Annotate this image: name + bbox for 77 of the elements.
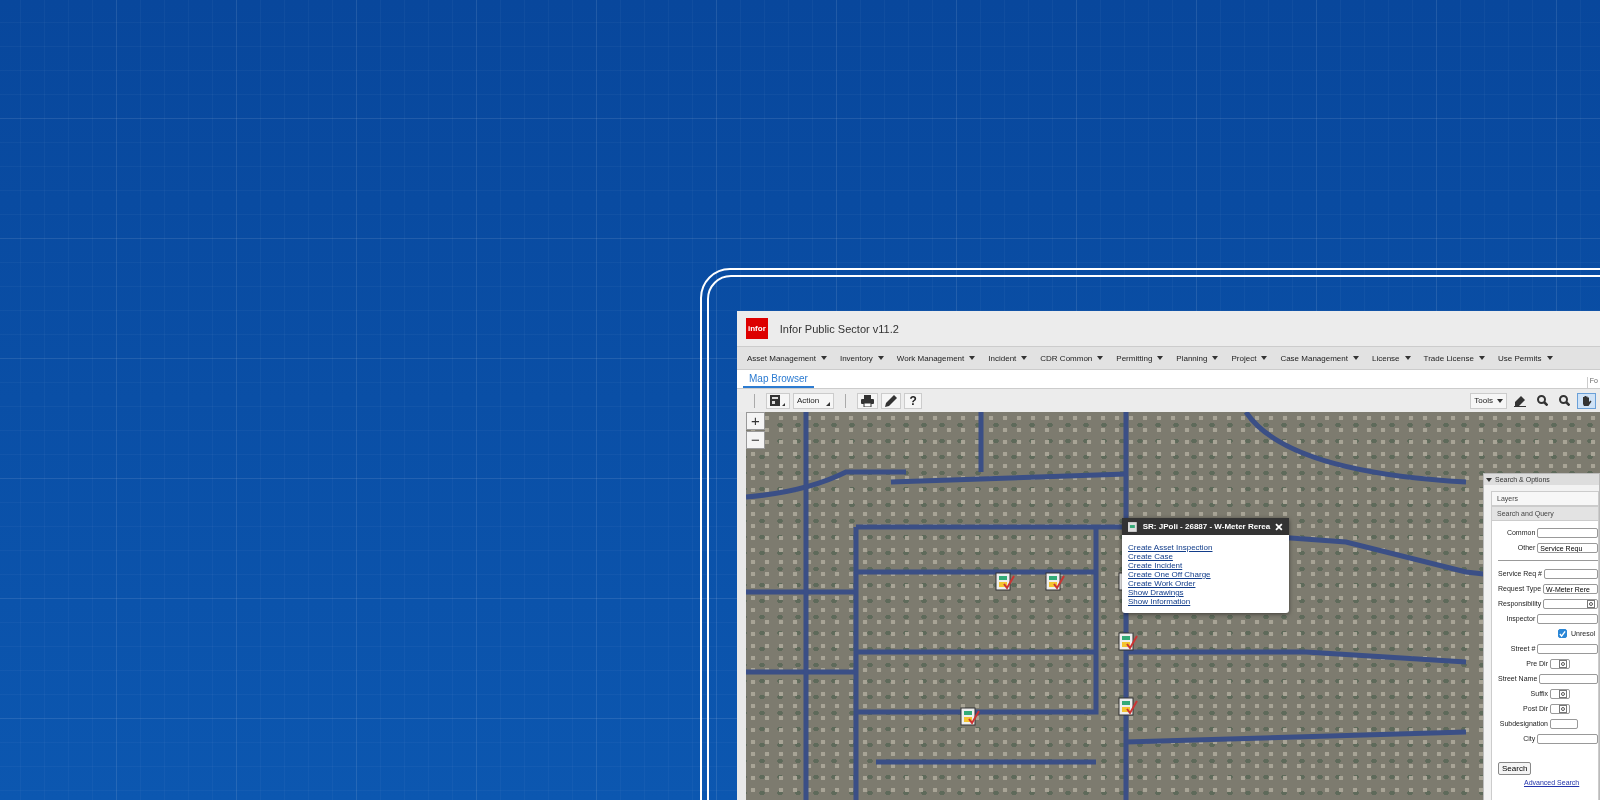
popup-link[interactable]: Create One Off Charge: [1128, 570, 1211, 579]
popup-link[interactable]: Show Information: [1128, 597, 1191, 606]
clipboard-marker-icon[interactable]: [995, 570, 1015, 592]
tools-menu-button[interactable]: Tools: [1470, 392, 1507, 409]
search-button[interactable]: Search: [1498, 762, 1532, 775]
corner-caret-icon: [826, 401, 831, 406]
infor-logo: infor: [746, 318, 768, 339]
input-field[interactable]: [1537, 527, 1598, 538]
menu-item[interactable]: CDR Common: [1034, 353, 1111, 363]
input-field[interactable]: [1537, 733, 1598, 744]
popup-link[interactable]: Create Case: [1128, 552, 1173, 561]
eraser-icon: [1514, 394, 1526, 407]
input-field[interactable]: [1537, 613, 1598, 624]
menu-item[interactable]: Use Permits: [1491, 353, 1560, 363]
caret-icon: [1478, 356, 1485, 360]
clipboard-marker-icon[interactable]: [1118, 695, 1138, 717]
edit-button[interactable]: [881, 392, 902, 409]
printer-icon: [861, 394, 875, 407]
caret-icon: [1212, 356, 1219, 360]
clipboard-marker-icon[interactable]: [1118, 630, 1138, 652]
menu-item[interactable]: Trade License: [1417, 353, 1492, 363]
popup-link[interactable]: Show Drawings: [1128, 588, 1184, 597]
menu-item[interactable]: Inventory: [833, 353, 891, 363]
popup-link[interactable]: Create Work Order: [1128, 579, 1196, 588]
caret-icon: [820, 356, 827, 360]
lookup-field[interactable]: [1550, 688, 1570, 699]
clipboard-icon: [1128, 521, 1138, 532]
zoom-in-icon: [1537, 395, 1548, 406]
caret-icon: [1353, 356, 1359, 360]
lookup-field[interactable]: [1550, 658, 1570, 669]
lookup-icon: [1559, 689, 1567, 698]
input-field[interactable]: [1537, 643, 1598, 654]
caret-icon: [1021, 356, 1028, 360]
hand-icon: [1581, 394, 1592, 407]
menu-item[interactable]: Planning: [1170, 353, 1226, 363]
menu-item[interactable]: Case Management: [1274, 353, 1366, 363]
checkbox[interactable]: [1558, 629, 1567, 638]
layout-menu-button[interactable]: [766, 392, 790, 409]
window-title: Infor Public Sector v11.2: [779, 322, 899, 335]
input-field[interactable]: [1539, 673, 1598, 684]
caret-icon: [1157, 356, 1164, 360]
caret-icon: [969, 356, 976, 360]
caret-icon: [1546, 356, 1553, 360]
lookup-field[interactable]: [1543, 598, 1598, 609]
layout-icon: [770, 394, 786, 407]
input-field[interactable]: [1550, 718, 1578, 729]
popup-link[interactable]: Create Incident: [1128, 561, 1183, 570]
menu-item[interactable]: Asset Management: [741, 353, 834, 363]
zoom-out-button[interactable]: −: [746, 431, 765, 449]
pencil-icon: [885, 394, 898, 407]
menu-item[interactable]: Incident: [982, 353, 1035, 363]
clipboard-marker-icon[interactable]: [960, 705, 980, 727]
zoom-out-icon: [1559, 395, 1570, 406]
input-field[interactable]: [1543, 568, 1598, 579]
caret-icon: [877, 356, 884, 360]
pan-button[interactable]: [1577, 392, 1596, 409]
menu-item[interactable]: License: [1366, 353, 1418, 363]
caret-icon: [1261, 356, 1268, 360]
zoom-in-button[interactable]: +: [746, 412, 765, 430]
action-button[interactable]: Action: [793, 392, 835, 409]
close-icon[interactable]: [1275, 522, 1283, 531]
popup-title: SR: JPoli - 26887 - W-Meter Rerea: [1142, 522, 1271, 531]
clipboard-marker-icon[interactable]: [1045, 570, 1065, 592]
caret-icon: [1097, 356, 1104, 360]
caret-icon: [1486, 477, 1492, 482]
help-button[interactable]: ?: [904, 392, 923, 409]
menu-item[interactable]: Project: [1225, 353, 1275, 363]
popup-link[interactable]: Create Asset Inspection: [1128, 543, 1213, 552]
caret-icon: [1404, 356, 1411, 360]
caret-icon: [1497, 398, 1503, 403]
lookup-field[interactable]: [1550, 703, 1570, 714]
menu-item[interactable]: Permitting: [1110, 353, 1171, 363]
lookup-icon: [1559, 704, 1567, 713]
lookup-icon: [1559, 659, 1567, 668]
lookup-icon: [1587, 599, 1595, 608]
menu-item[interactable]: Work Management: [890, 353, 983, 363]
print-button[interactable]: [857, 392, 879, 409]
